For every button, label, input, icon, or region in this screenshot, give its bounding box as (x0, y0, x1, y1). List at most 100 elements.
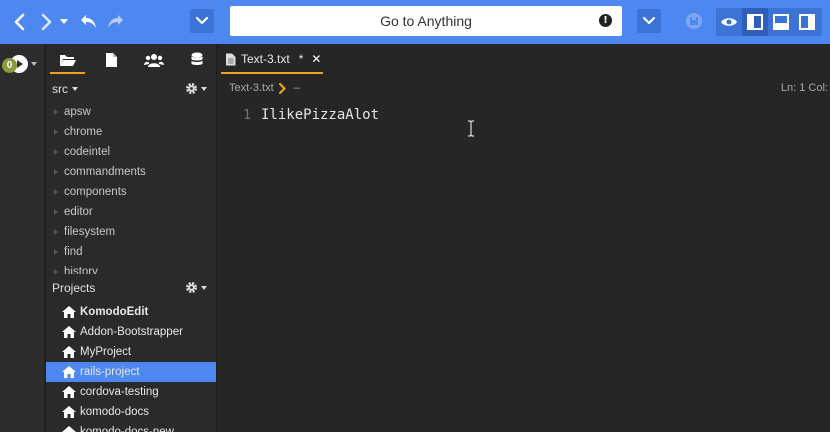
line-text[interactable]: IlikePizzaAlot (261, 107, 379, 123)
toggle-left-pane-button[interactable] (742, 8, 768, 36)
database-icon (191, 52, 202, 65)
save-button[interactable] (681, 9, 707, 33)
project-item[interactable]: komodo-docs (46, 402, 217, 422)
close-tab-button[interactable]: ✕ (311, 52, 321, 66)
projects-options-button[interactable] (185, 281, 207, 294)
caret-down-icon (201, 285, 207, 290)
toggle-bottom-pane-button[interactable] (768, 8, 794, 36)
tab-open-files[interactable] (89, 44, 132, 76)
chevron-down-icon (196, 17, 208, 25)
expand-arrow-icon[interactable] (54, 149, 58, 155)
tree-item-label: editor (64, 206, 93, 218)
text-cursor-icon (468, 120, 474, 137)
file-icon (105, 53, 117, 67)
tree-item-label: components (64, 186, 127, 198)
side-panel-tabs (46, 44, 217, 76)
go-to-anything-input[interactable]: Go to Anything ! (230, 6, 622, 36)
project-item[interactable]: KomodoEdit (46, 302, 217, 322)
notification-badge[interactable]: 0 (2, 58, 17, 73)
expand-arrow-icon[interactable] (54, 249, 58, 255)
bottom-pane-icon (773, 14, 789, 30)
expand-arrow-icon[interactable] (54, 109, 58, 115)
home-icon (62, 426, 76, 432)
places-root-label[interactable]: src (52, 82, 68, 96)
menu-dropdown-button[interactable] (190, 9, 214, 33)
project-label: Addon-Bootstrapper (80, 326, 183, 338)
tree-item[interactable]: chrome (46, 122, 217, 142)
tree-item[interactable]: apsw (46, 102, 217, 122)
places-options-button[interactable] (185, 82, 207, 95)
tree-item[interactable]: components (46, 182, 217, 202)
project-item[interactable]: komodo-docs-new (46, 422, 217, 432)
code-line[interactable]: 1 IlikePizzaAlot (217, 104, 830, 126)
modified-indicator: * (298, 52, 304, 66)
gear-icon (186, 83, 197, 94)
caret-down-icon[interactable] (72, 87, 78, 91)
places-tree: apsw chrome codeintel commandments compo… (46, 102, 217, 274)
expand-arrow-icon[interactable] (54, 129, 58, 135)
chevron-down-icon (643, 17, 655, 25)
tab-database[interactable] (175, 44, 218, 76)
project-label: KomodoEdit (80, 306, 149, 318)
expand-arrow-icon[interactable] (54, 269, 58, 274)
breadcrumb: Text-3.txt – (217, 76, 830, 100)
tree-item[interactable]: commandments (46, 162, 217, 182)
project-item[interactable]: MyProject (46, 342, 217, 362)
tab-text-3[interactable]: Text-3.txt * ✕ (217, 44, 327, 74)
tree-item[interactable]: find (46, 242, 217, 262)
folder-open-icon (59, 55, 76, 66)
back-button[interactable] (8, 10, 30, 34)
undo-icon (81, 15, 96, 28)
editor-tab-bar: Text-3.txt * ✕ (217, 44, 830, 74)
forward-button[interactable] (36, 10, 58, 34)
project-item-selected[interactable]: rails-project (46, 362, 217, 382)
history-dropdown-button[interactable] (58, 16, 70, 26)
main-toolbar: Go to Anything ! (0, 0, 830, 44)
tree-item-label: find (64, 246, 83, 258)
undo-button[interactable] (78, 10, 100, 34)
toggle-right-pane-button[interactable] (794, 8, 820, 36)
tree-item-label: commandments (64, 166, 146, 178)
project-label: komodo-docs-new (80, 426, 174, 432)
expand-arrow-icon[interactable] (54, 209, 58, 215)
save-icon (686, 13, 702, 29)
places-root-header: src (46, 76, 217, 102)
users-icon (143, 54, 164, 67)
text-file-icon (226, 53, 236, 65)
tree-item[interactable]: filesystem (46, 222, 217, 242)
expand-arrow-icon[interactable] (54, 169, 58, 175)
chevron-left-icon (14, 13, 25, 31)
project-item[interactable]: Addon-Bootstrapper (46, 322, 217, 342)
focus-mode-button[interactable] (716, 8, 742, 36)
caret-down-icon (60, 18, 68, 24)
project-item[interactable]: cordova-testing (46, 382, 217, 402)
caret-down-icon[interactable] (31, 62, 37, 66)
expand-arrow-icon[interactable] (54, 229, 58, 235)
tree-item[interactable]: history (46, 262, 217, 274)
project-label: komodo-docs (80, 406, 150, 418)
tree-item[interactable]: editor (46, 202, 217, 222)
project-label: cordova-testing (80, 386, 159, 398)
tab-collaboration[interactable] (132, 44, 175, 76)
left-pane-icon (747, 14, 763, 30)
home-icon (62, 346, 76, 358)
expand-arrow-icon[interactable] (54, 189, 58, 195)
home-icon (62, 386, 76, 398)
redo-button[interactable] (104, 10, 126, 34)
chevron-right-icon (278, 82, 286, 94)
breadcrumb-file[interactable]: Text-3.txt (229, 82, 274, 94)
tree-item-label: apsw (64, 106, 91, 118)
tree-item-label: codeintel (64, 146, 111, 158)
eye-icon (721, 18, 737, 26)
goto-dropdown-button[interactable] (637, 9, 661, 33)
tree-item[interactable]: codeintel (46, 142, 217, 162)
tab-label: Text-3.txt (241, 52, 290, 66)
cursor-position-status: Ln: 1 Col: (780, 82, 828, 94)
home-icon (62, 306, 76, 318)
layout-toggle-group (716, 8, 822, 36)
warning-icon[interactable]: ! (599, 14, 612, 27)
projects-label: Projects (52, 281, 96, 295)
tree-item-label: filesystem (64, 226, 116, 238)
tab-places[interactable] (46, 44, 89, 76)
breadcrumb-symbol[interactable]: – (294, 82, 300, 94)
